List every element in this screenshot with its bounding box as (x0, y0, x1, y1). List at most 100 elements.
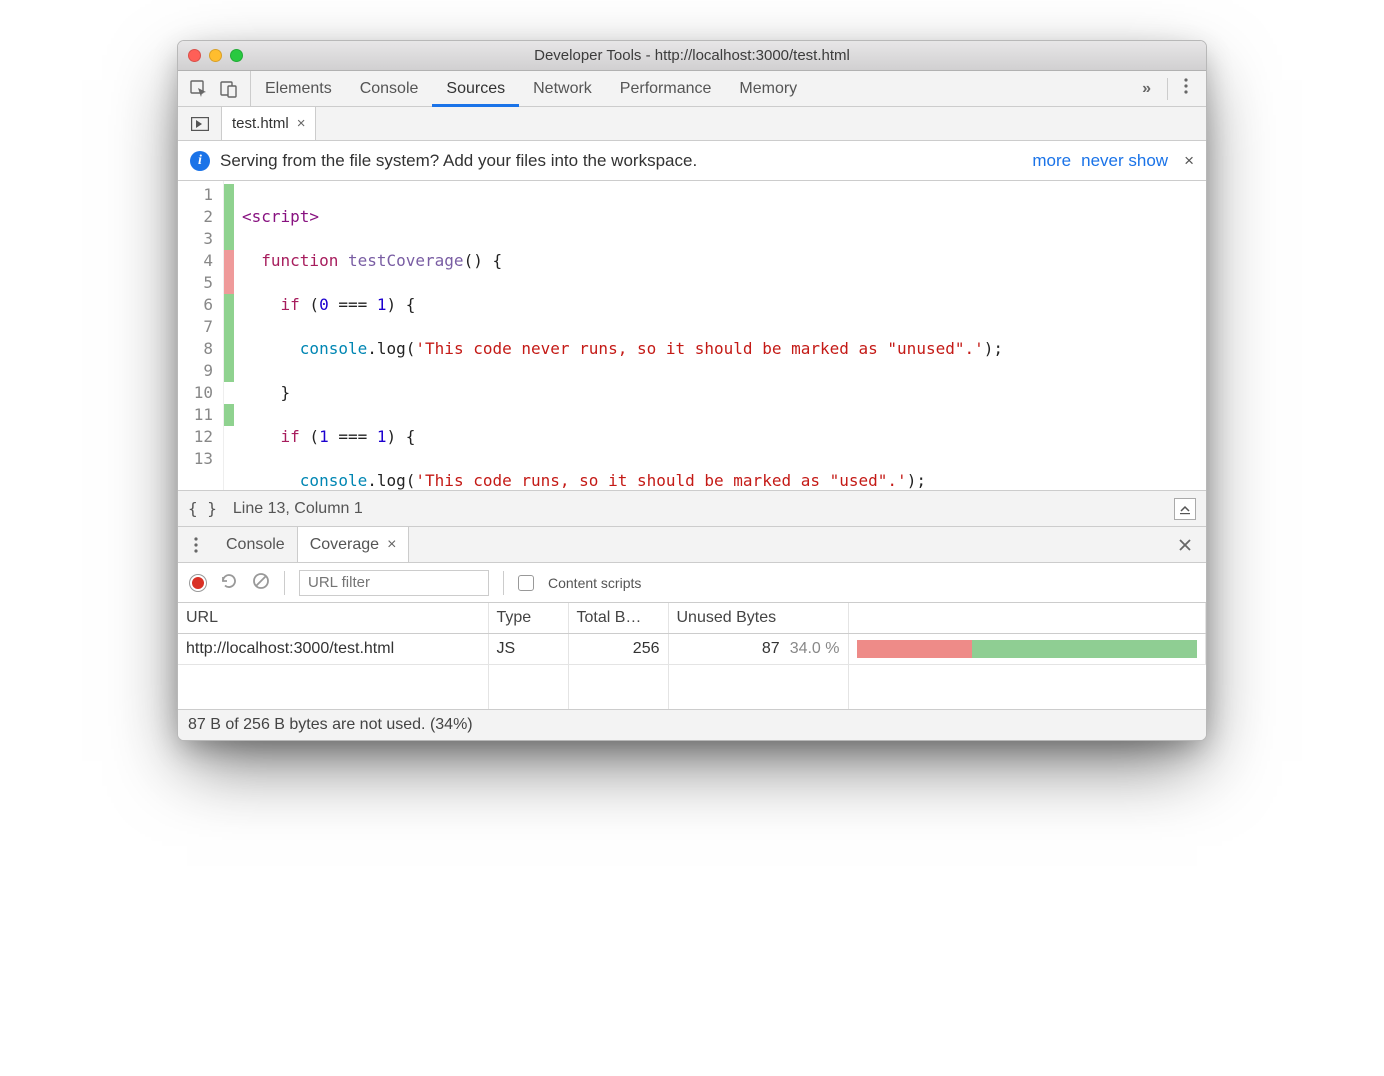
tab-performance[interactable]: Performance (606, 71, 726, 106)
pretty-print-button[interactable]: { } (188, 499, 217, 518)
table-spacer (178, 665, 1206, 709)
close-coverage-tab-button[interactable]: × (387, 536, 396, 554)
coverage-marker-used (224, 404, 234, 426)
window-titlebar: Developer Tools - http://localhost:3000/… (178, 41, 1206, 71)
device-toolbar-icon[interactable] (220, 80, 238, 98)
info-never-show-link[interactable]: never show (1081, 151, 1168, 171)
tab-network[interactable]: Network (519, 71, 606, 106)
url-filter-input[interactable] (299, 570, 489, 596)
code-token: testCoverage (348, 251, 464, 270)
code-token: === (329, 295, 377, 314)
info-icon: i (190, 151, 210, 171)
coverage-bar (857, 640, 1198, 658)
line-number: 7 (178, 316, 217, 338)
line-number: 13 (178, 448, 217, 470)
info-more-link[interactable]: more (1032, 151, 1071, 171)
line-number: 6 (178, 294, 217, 316)
code-token: === (329, 427, 377, 446)
cell-bar (848, 634, 1206, 665)
table-header-row: URL Type Total B… Unused Bytes (178, 603, 1206, 634)
editor-status-bar: { } Line 13, Column 1 (178, 491, 1206, 527)
line-number: 2 (178, 206, 217, 228)
tab-elements[interactable]: Elements (251, 71, 346, 106)
close-drawer-button[interactable] (1164, 527, 1206, 562)
col-type[interactable]: Type (488, 603, 568, 634)
coverage-toolbar: Content scripts (178, 563, 1206, 603)
clear-coverage-button[interactable] (252, 572, 270, 593)
inspect-element-icon[interactable] (190, 80, 208, 98)
drawer-tab-coverage[interactable]: Coverage × (297, 527, 410, 562)
drawer-tab-label: Console (226, 536, 285, 554)
show-navigator-button[interactable] (178, 107, 222, 140)
tab-memory[interactable]: Memory (725, 71, 811, 106)
coverage-marker-used (224, 184, 234, 206)
source-editor[interactable]: 1 2 3 4 5 6 7 8 9 10 11 12 13 (178, 181, 1206, 491)
cell-type: JS (488, 634, 568, 665)
code-token: 'This code runs, so it should be marked … (415, 471, 906, 490)
coverage-marker-none (224, 448, 234, 470)
col-url[interactable]: URL (178, 603, 488, 634)
more-tabs-button[interactable]: » (1132, 80, 1161, 98)
coverage-row[interactable]: http://localhost:3000/test.html JS 256 8… (178, 634, 1206, 665)
col-total-bytes[interactable]: Total B… (568, 603, 668, 634)
code-token: 'This code never runs, so it should be m… (415, 339, 983, 358)
devtools-window: Developer Tools - http://localhost:3000/… (177, 40, 1207, 741)
drawer-tab-console[interactable]: Console (214, 527, 297, 562)
code-token: console (300, 339, 367, 358)
record-coverage-button[interactable] (190, 575, 206, 591)
coverage-marker-used (224, 206, 234, 228)
settings-menu-button[interactable] (1174, 77, 1198, 100)
col-unused-bytes[interactable]: Unused Bytes (668, 603, 848, 634)
cell-total-bytes: 256 (568, 634, 668, 665)
coverage-marker-used (224, 338, 234, 360)
toolbar-right-group: » (1132, 71, 1206, 106)
content-scripts-label: Content scripts (548, 575, 641, 591)
main-tab-strip: Elements Console Sources Network Perform… (178, 71, 1206, 107)
coverage-marker-used (224, 294, 234, 316)
content-scripts-checkbox[interactable] (518, 575, 534, 591)
line-number-gutter: 1 2 3 4 5 6 7 8 9 10 11 12 13 (178, 181, 224, 490)
tab-sources[interactable]: Sources (432, 71, 519, 106)
line-number: 3 (178, 228, 217, 250)
separator (284, 571, 285, 595)
info-actions: more never show × (1032, 151, 1194, 171)
line-number: 4 (178, 250, 217, 272)
reload-button[interactable] (220, 572, 238, 593)
coverage-table: URL Type Total B… Unused Bytes http://lo… (178, 603, 1206, 709)
workspace-info-bar: i Serving from the file system? Add your… (178, 141, 1206, 181)
line-number: 5 (178, 272, 217, 294)
zoom-window-button[interactable] (230, 49, 243, 62)
coverage-summary-text: 87 B of 256 B bytes are not used. (34%) (188, 716, 473, 733)
code-token: ); (984, 339, 1003, 358)
code-token: ); (907, 471, 926, 490)
traffic-lights (178, 49, 243, 62)
code-token: () { (464, 251, 503, 270)
coverage-marker-unused (224, 272, 234, 294)
code-token: console (300, 471, 367, 490)
toggle-drawer-button[interactable] (1174, 498, 1196, 520)
line-number: 1 (178, 184, 217, 206)
cell-url: http://localhost:3000/test.html (178, 634, 488, 665)
line-number: 12 (178, 426, 217, 448)
code-area[interactable]: <script> function testCoverage() { if (0… (234, 181, 1206, 490)
line-number: 11 (178, 404, 217, 426)
code-token: } (281, 383, 291, 402)
drawer-menu-button[interactable] (178, 527, 214, 562)
info-close-button[interactable]: × (1184, 151, 1194, 171)
close-file-tab-button[interactable]: × (297, 115, 306, 132)
file-tab-test-html[interactable]: test.html × (222, 107, 316, 140)
code-token: 0 (319, 295, 329, 314)
coverage-marker-none (224, 426, 234, 448)
coverage-marker-used (224, 360, 234, 382)
code-token: 1 (319, 427, 329, 446)
coverage-marker-none (224, 382, 234, 404)
unused-bytes-pct: 34.0 % (790, 640, 840, 658)
minimize-window-button[interactable] (209, 49, 222, 62)
drawer-tab-label: Coverage (310, 536, 379, 554)
close-window-button[interactable] (188, 49, 201, 62)
coverage-bar-used (972, 640, 1197, 658)
tab-console[interactable]: Console (346, 71, 433, 106)
window-title: Developer Tools - http://localhost:3000/… (178, 47, 1206, 64)
code-token: if (281, 295, 300, 314)
code-token: .log( (367, 471, 415, 490)
